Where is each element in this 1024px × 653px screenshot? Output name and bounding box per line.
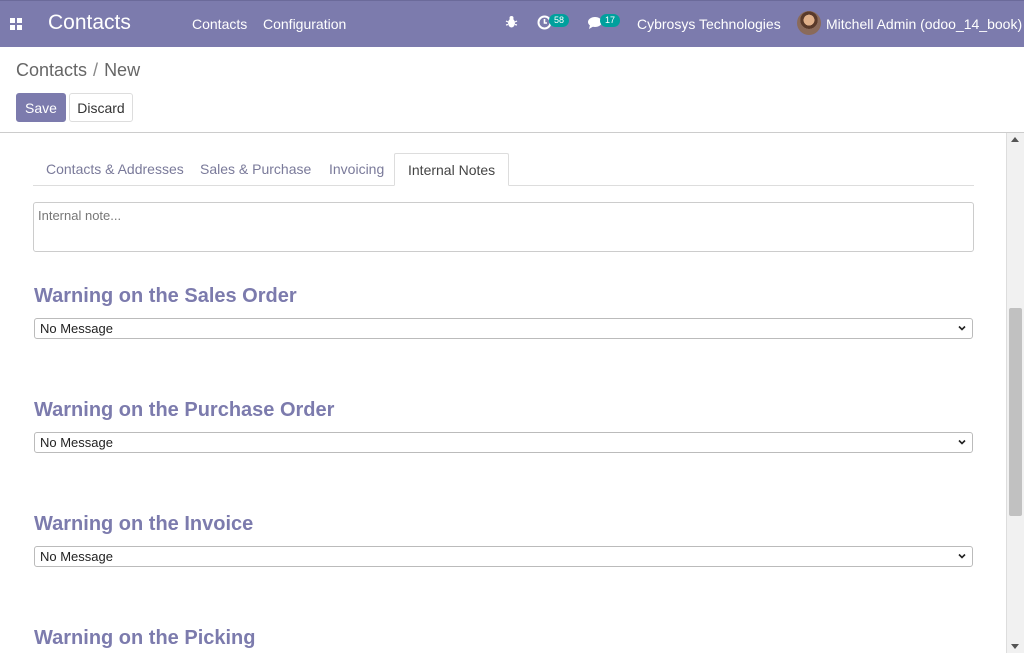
user-avatar[interactable] xyxy=(797,11,821,35)
app-title[interactable]: Contacts xyxy=(48,11,131,35)
breadcrumb-separator: / xyxy=(93,60,99,80)
purchase-warning-value: No Message xyxy=(40,435,113,450)
tab-invoicing[interactable]: Invoicing xyxy=(316,153,397,186)
menu-configuration[interactable]: Configuration xyxy=(263,16,346,32)
notebook-tabs: Contacts & Addresses Sales & Purchase In… xyxy=(33,153,974,186)
top-navbar: Contacts Contacts Configuration 58 17 Cy… xyxy=(0,0,1024,47)
company-switcher[interactable]: Cybrosys Technologies xyxy=(637,16,781,32)
sales-warning-select[interactable]: No Message xyxy=(34,318,973,339)
chevron-down-icon xyxy=(958,439,966,445)
save-button[interactable]: Save xyxy=(16,93,66,122)
purchase-warning-title: Warning on the Purchase Order xyxy=(34,399,335,421)
activity-count-badge: 58 xyxy=(549,14,570,27)
internal-note-field[interactable]: Internal note... xyxy=(33,202,974,252)
picking-warning-title: Warning on the Picking xyxy=(34,627,256,649)
scrollbar-thumb[interactable] xyxy=(1009,308,1022,516)
user-menu[interactable]: Mitchell Admin (odoo_14_book) xyxy=(826,16,1022,32)
breadcrumb-parent[interactable]: Contacts xyxy=(16,60,87,80)
message-count-badge: 17 xyxy=(600,14,621,27)
bug-icon[interactable] xyxy=(505,15,518,32)
invoice-warning-value: No Message xyxy=(40,549,113,564)
scroll-down-arrow-icon[interactable] xyxy=(1011,644,1019,649)
tab-internal-notes[interactable]: Internal Notes xyxy=(394,153,510,186)
vertical-scrollbar[interactable] xyxy=(1006,133,1024,653)
invoice-warning-title: Warning on the Invoice xyxy=(34,513,254,535)
menu-contacts[interactable]: Contacts xyxy=(192,16,247,32)
form-content: Contacts & Addresses Sales & Purchase In… xyxy=(0,133,1006,653)
breadcrumb: Contacts / New xyxy=(16,60,140,81)
discard-button[interactable]: Discard xyxy=(69,93,133,122)
tab-contacts-addresses[interactable]: Contacts & Addresses xyxy=(33,153,197,186)
purchase-warning-select[interactable]: No Message xyxy=(34,432,973,453)
sales-warning-value: No Message xyxy=(40,321,113,336)
apps-menu-icon[interactable] xyxy=(10,18,23,30)
chevron-down-icon xyxy=(958,553,966,559)
chevron-down-icon xyxy=(958,325,966,331)
sales-warning-title: Warning on the Sales Order xyxy=(34,285,297,307)
tab-sales-purchase[interactable]: Sales & Purchase xyxy=(187,153,324,186)
control-panel: Contacts / New Save Discard xyxy=(0,47,1024,133)
scroll-up-arrow-icon[interactable] xyxy=(1011,137,1019,142)
breadcrumb-current: New xyxy=(104,60,141,80)
invoice-warning-select[interactable]: No Message xyxy=(34,546,973,567)
